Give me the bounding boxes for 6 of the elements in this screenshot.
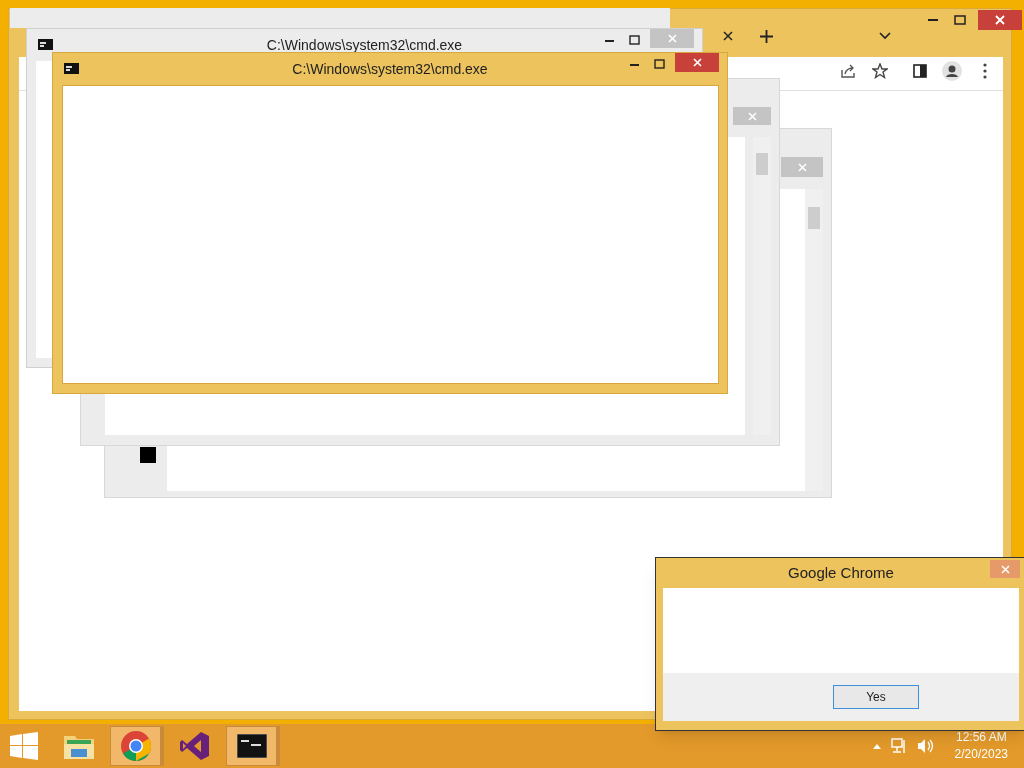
window-title: C:\Windows\system32\cmd.exe — [292, 60, 488, 79]
yes-button[interactable]: Yes — [833, 685, 919, 709]
window-title: C:\Windows\system32\cmd.exe — [266, 36, 463, 55]
clock-time[interactable]: 12:56 AM — [955, 729, 1007, 746]
dialog-title: Google Chrome — [788, 562, 894, 583]
clock-date[interactable]: 2/20/2023 — [954, 746, 1008, 763]
